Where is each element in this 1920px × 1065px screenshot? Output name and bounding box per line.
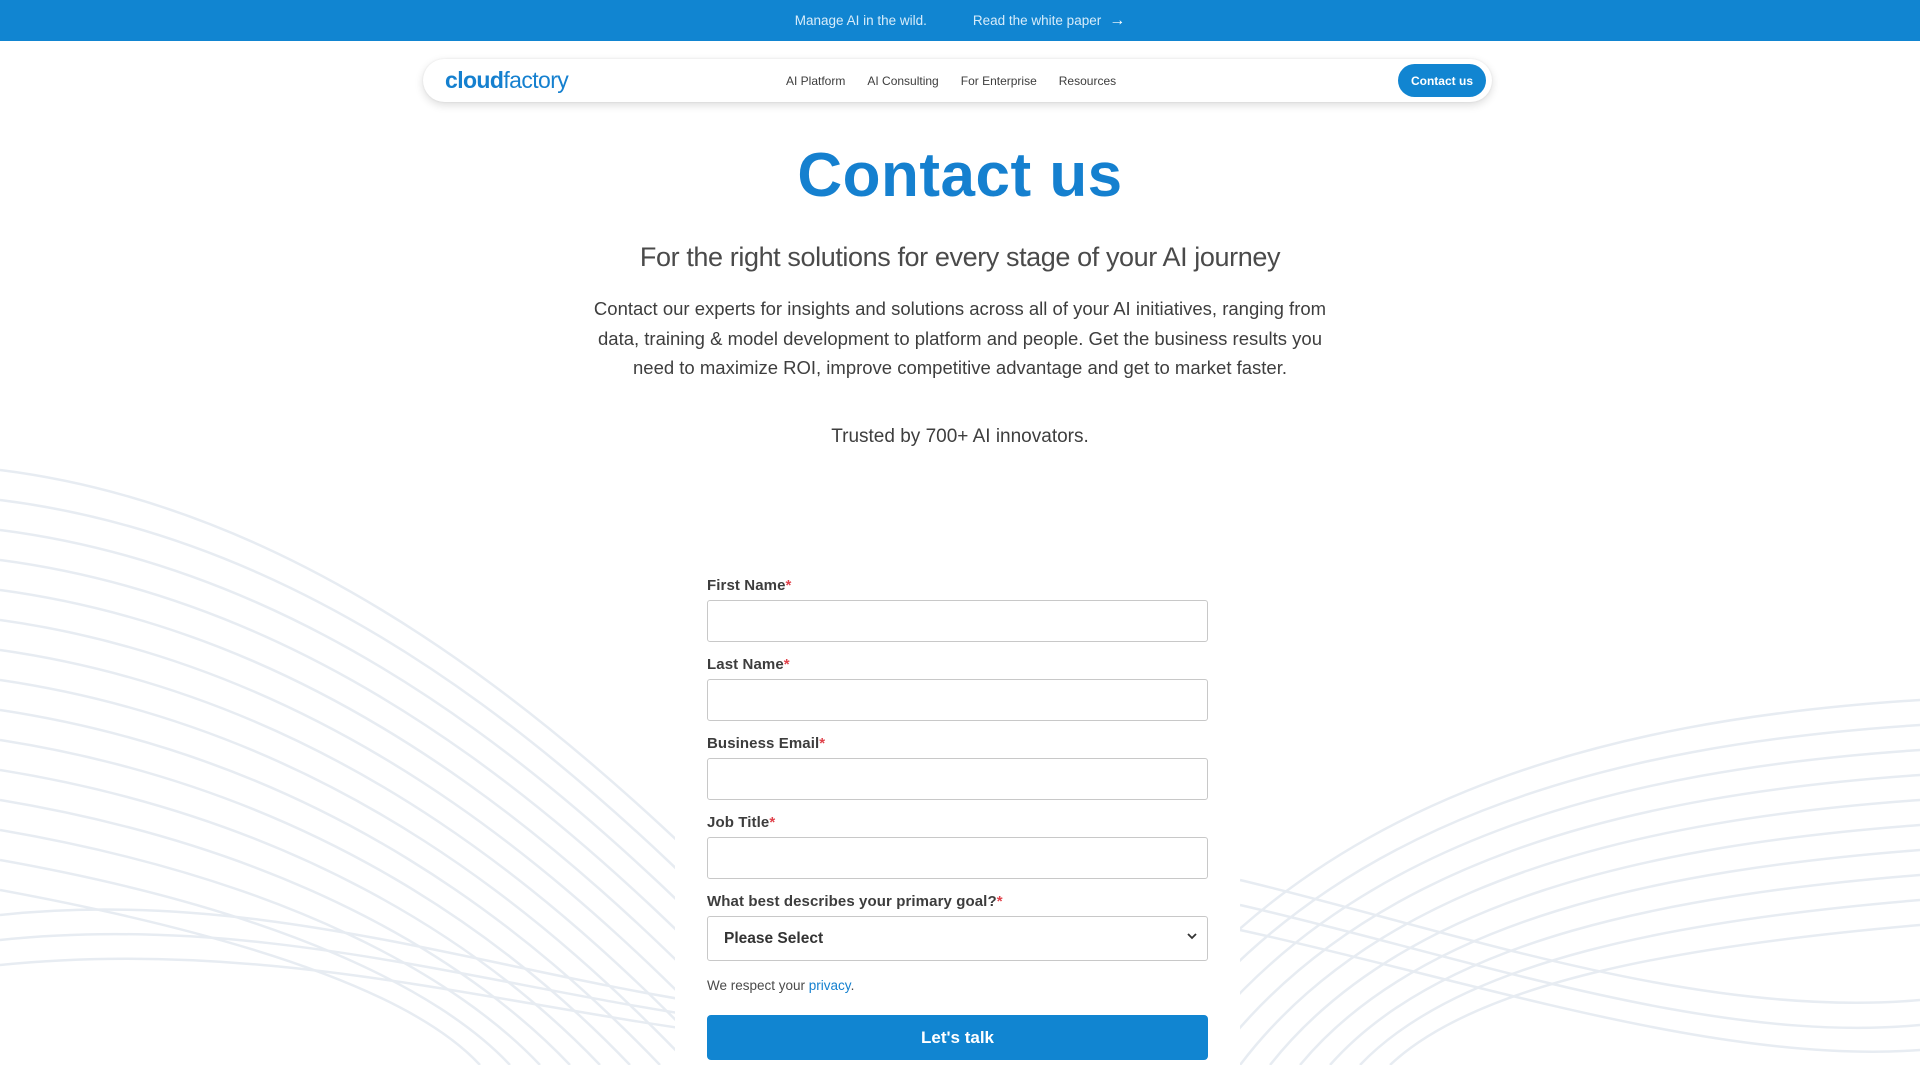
hero-section: Contact us For the right solutions for e… [0,138,1920,448]
job-title-label-text: Job Title [707,814,770,831]
page-title: Contact us [797,141,1123,210]
white-paper-link[interactable]: Read the white paper → [972,11,1126,29]
required-mark: * [996,893,1003,910]
job-title-field-group: Job Title* [707,814,1208,879]
required-mark: * [819,735,826,752]
last-name-label-text: Last Name [707,656,784,673]
primary-goal-label: What best describes your primary goal?* [707,893,1208,910]
privacy-prefix: We respect your [707,978,809,993]
business-email-field-group: Business Email* [707,735,1208,800]
page-description: Contact our experts for insights and sol… [593,298,1327,378]
first-name-label-text: First Name [707,577,786,594]
required-mark: * [769,814,776,831]
announcement-bar: Manage AI in the wild. Read the white pa… [0,0,1920,41]
primary-goal-label-text: What best describes your primary goal? [707,893,997,910]
primary-goal-selected-value: Please Select [724,929,824,947]
nav-link-ai-consulting[interactable]: AI Consulting [867,74,938,88]
business-email-input[interactable] [707,758,1208,800]
chevron-down-icon [1187,928,1197,943]
lets-talk-button[interactable]: Let's talk [707,1015,1208,1060]
primary-goal-field-group: What best describes your primary goal?* … [707,893,1208,961]
privacy-link[interactable]: privacy [809,978,851,993]
logo-text-bold: cloud [445,67,504,93]
primary-goal-select[interactable]: Please Select [707,916,1208,961]
trusted-by-text: Trusted by 700+ AI innovators. [831,425,1089,447]
required-mark: * [785,577,792,594]
contact-us-button[interactable]: Contact us [1398,64,1486,97]
nav-link-for-enterprise[interactable]: For Enterprise [961,74,1037,88]
business-email-label: Business Email* [707,735,1208,752]
arrow-right-icon: → [1109,11,1126,29]
last-name-label: Last Name* [707,656,1208,673]
white-paper-link-label: Read the white paper [972,13,1102,28]
nav-links: AI Platform AI Consulting For Enterprise… [786,59,1116,102]
first-name-label: First Name* [707,577,1208,594]
first-name-input[interactable] [707,600,1208,642]
privacy-suffix: . [850,978,855,993]
page-subtitle: For the right solutions for every stage … [639,242,1281,272]
cloudfactory-logo[interactable]: cloudfactory [445,67,569,94]
job-title-input[interactable] [707,837,1208,879]
job-title-label: Job Title* [707,814,1208,831]
privacy-notice: We respect your privacy. [707,978,1208,993]
required-mark: * [783,656,790,673]
announcement-text: Manage AI in the wild. [794,13,927,28]
last-name-input[interactable] [707,679,1208,721]
nav-link-ai-platform[interactable]: AI Platform [786,74,845,88]
main-navigation: cloudfactory AI Platform AI Consulting F… [423,59,1492,102]
last-name-field-group: Last Name* [707,656,1208,721]
logo-text-regular: factory [503,67,569,93]
first-name-field-group: First Name* [707,577,1208,642]
nav-link-resources[interactable]: Resources [1059,74,1116,88]
contact-form: First Name* Last Name* Business Email* J… [707,577,1208,1060]
business-email-label-text: Business Email [707,735,820,752]
